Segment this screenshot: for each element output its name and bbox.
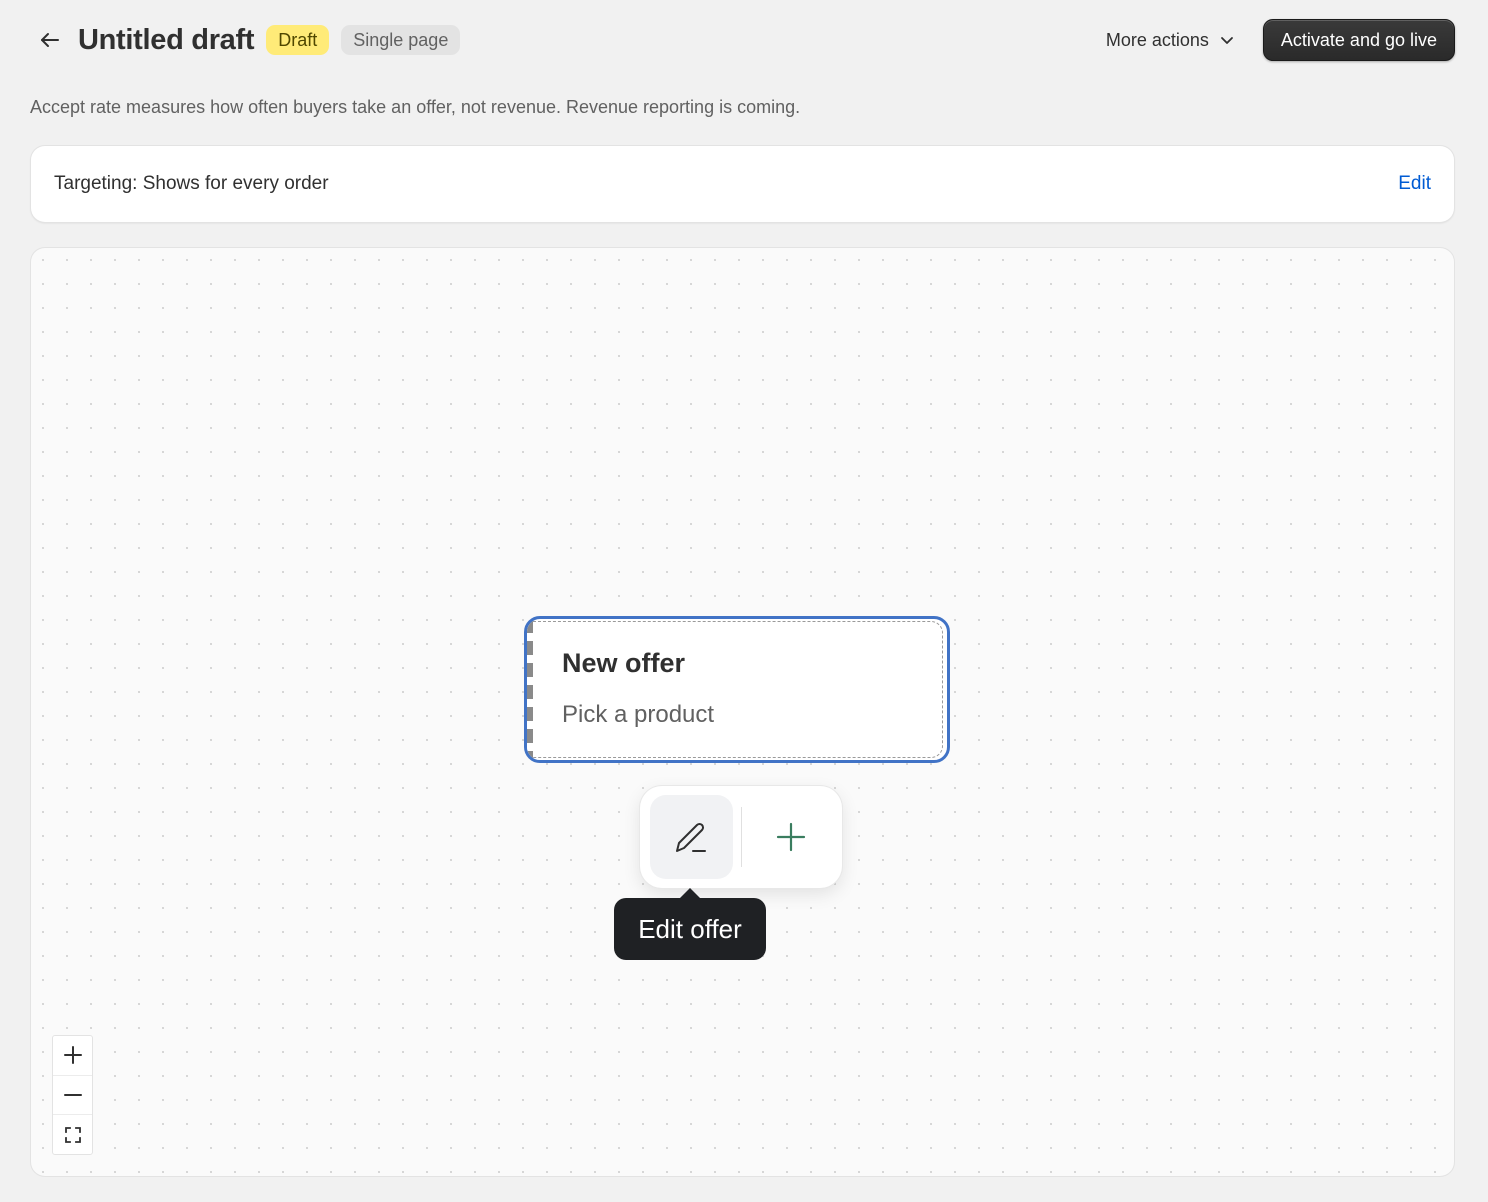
pencil-icon [676,822,707,852]
page-title: Untitled draft [78,23,255,56]
zoom-out-button[interactable] [53,1076,92,1116]
status-badge: Draft [266,25,330,55]
offer-node[interactable]: New offer Pick a product [524,616,950,763]
edit-offer-button[interactable] [650,795,733,879]
plus-icon [63,1046,82,1065]
add-step-button[interactable] [750,795,833,879]
targeting-card: Targeting: Shows for every order Edit [31,146,1454,222]
fit-view-button[interactable] [53,1115,92,1154]
page-subtitle: Accept rate measures how often buyers ta… [30,97,801,117]
type-badge: Single page [341,25,461,55]
offer-editor-page: Untitled draft Draft Single page More ac… [0,0,1488,1202]
minus-icon [63,1094,82,1096]
offer-node-subtitle: Pick a product [562,701,715,728]
edit-offer-tooltip: Edit offer [614,888,766,960]
more-actions-label: More actions [1105,29,1209,50]
targeting-edit-link[interactable]: Edit [1398,173,1431,195]
node-toolbar [640,786,842,888]
back-button[interactable] [30,20,70,60]
page-header: Untitled draft Draft Single page More ac… [30,18,1455,62]
zoom-controls [52,1035,93,1155]
flow-canvas[interactable]: New offer Pick a product Edit offer [31,248,1454,1176]
offer-node-title: New offer [562,648,686,678]
targeting-text: Targeting: Shows for every order [54,173,329,194]
fit-view-icon [64,1126,81,1143]
toolbar-divider [740,807,742,867]
chevron-down-icon [1221,37,1233,44]
plus-icon [776,822,805,852]
more-actions-button[interactable]: More actions [1096,22,1245,59]
arrow-left-icon [41,33,59,47]
zoom-in-button[interactable] [53,1036,92,1076]
activate-button[interactable]: Activate and go live [1262,19,1455,61]
